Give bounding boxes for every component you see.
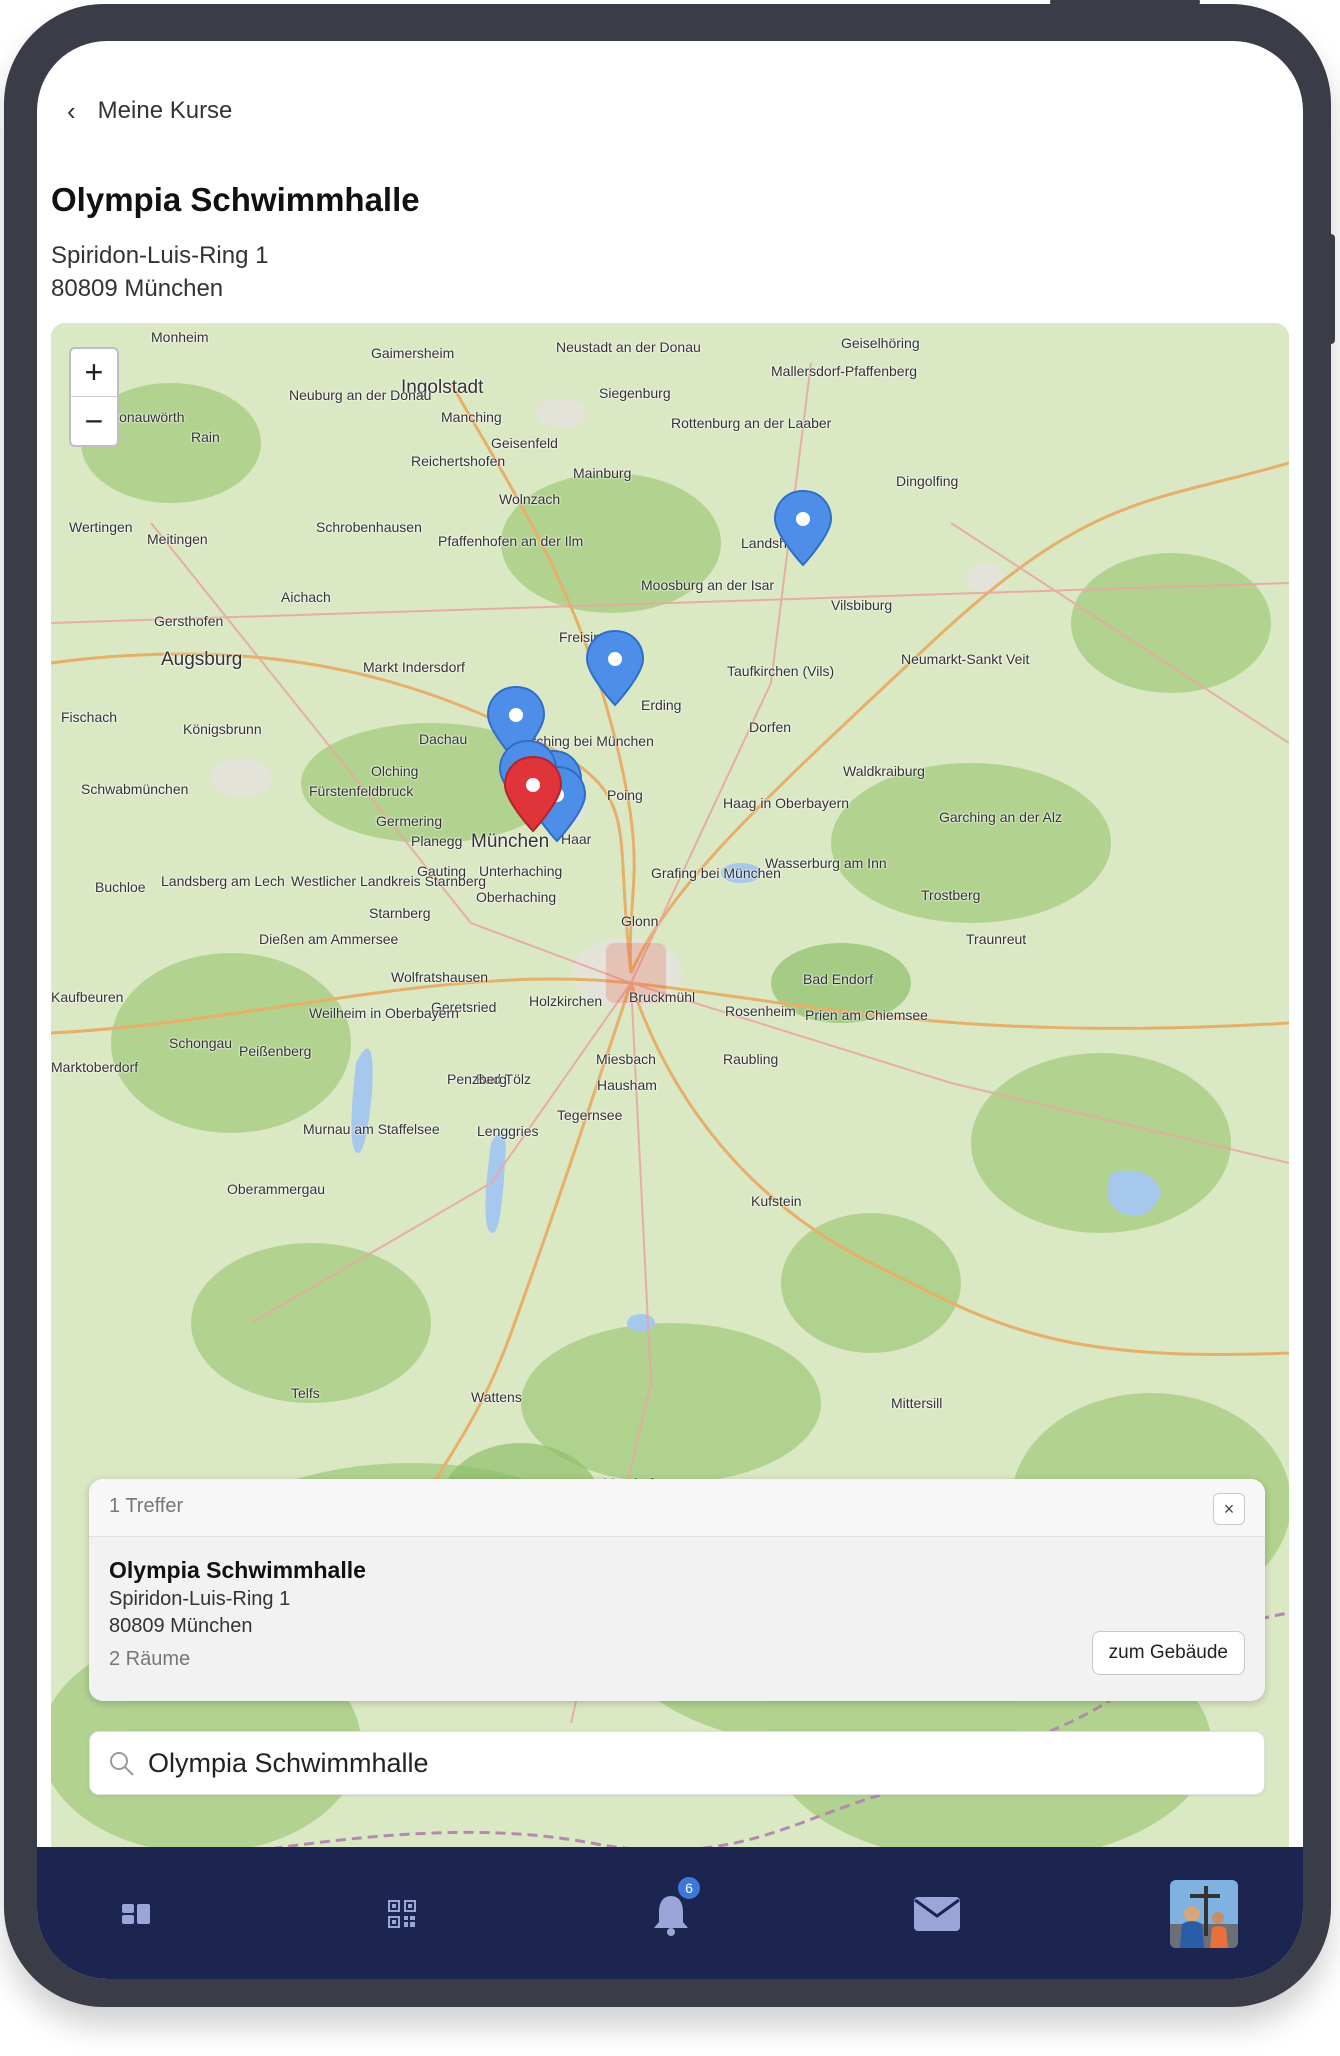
screen: ‹ Meine Kurse Olympia Schwimmhalle Spiri… <box>37 41 1303 1979</box>
result-street: Spiridon-Luis-Ring 1 <box>109 1588 291 1610</box>
address-city: 80809 München <box>51 275 224 302</box>
tablet-frame: ‹ Meine Kurse Olympia Schwimmhalle Spiri… <box>4 0 1335 2007</box>
bottom-navbar: 6 <box>37 1847 1303 1979</box>
zoom-control: + − <box>69 347 119 447</box>
volume-button <box>1327 234 1335 344</box>
back-label: Meine Kurse <box>97 97 233 124</box>
building-address: Spiridon-Luis-Ring 1 80809 München <box>51 239 268 305</box>
zoom-in-button[interactable]: + <box>71 349 117 397</box>
result-name: Olympia Schwimmhalle <box>109 1557 366 1583</box>
result-rooms: 2 Räume <box>109 1648 191 1670</box>
result-item[interactable]: Olympia Schwimmhalle Spiridon-Luis-Ring … <box>109 1557 366 1671</box>
avatar[interactable] <box>1169 1879 1239 1949</box>
zoom-out-button[interactable]: − <box>71 397 117 445</box>
results-count: 1 Treffer <box>109 1495 184 1517</box>
search-input[interactable] <box>146 1740 1246 1786</box>
dashboard-icon[interactable] <box>101 1879 171 1949</box>
result-city: 80809 München <box>109 1615 253 1637</box>
bell-icon[interactable]: 6 <box>636 1875 706 1949</box>
power-button <box>1050 0 1200 6</box>
notification-badge: 6 <box>676 1875 702 1901</box>
results-header: 1 Treffer × <box>89 1479 1265 1537</box>
page-title: Olympia Schwimmhalle <box>51 181 420 218</box>
qr-code-icon[interactable] <box>367 1879 437 1949</box>
close-icon[interactable]: × <box>1213 1493 1245 1525</box>
top-bar: ‹ Meine Kurse <box>37 41 1303 151</box>
avatar-image <box>1170 1880 1238 1948</box>
chevron-left-icon: ‹ <box>67 95 76 126</box>
search-bar <box>89 1731 1265 1795</box>
location-marker[interactable] <box>773 489 833 567</box>
location-marker[interactable] <box>585 629 645 707</box>
goto-building-button[interactable]: zum Gebäude <box>1091 1631 1245 1675</box>
search-icon <box>110 1752 134 1776</box>
mail-icon[interactable] <box>902 1879 972 1949</box>
results-panel: 1 Treffer × Olympia Schwimmhalle Spirido… <box>89 1479 1265 1701</box>
back-link[interactable]: ‹ Meine Kurse <box>67 91 232 131</box>
address-street: Spiridon-Luis-Ring 1 <box>51 242 269 269</box>
